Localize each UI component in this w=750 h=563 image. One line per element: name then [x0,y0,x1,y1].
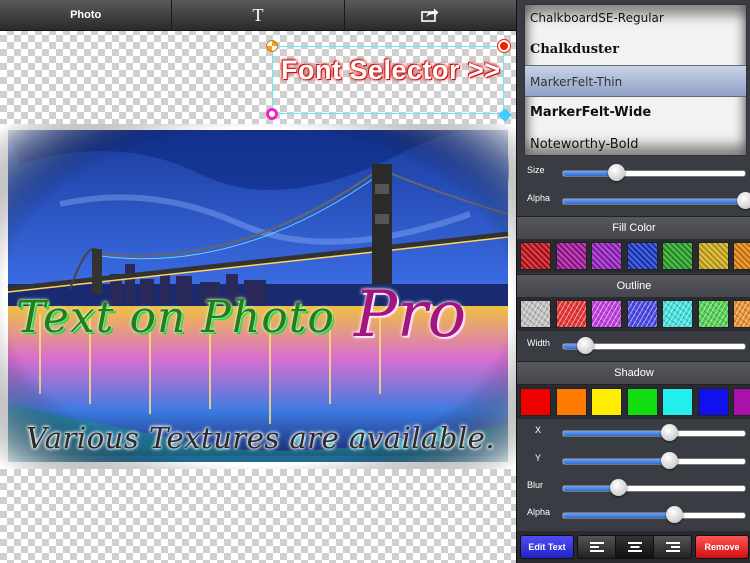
blur-row: Blur [517,474,750,500]
size-slider[interactable] [562,164,746,181]
color-swatch[interactable] [520,242,551,270]
width-label: Width [527,338,551,348]
fill-color-swatches [517,239,750,273]
color-swatch[interactable] [626,242,658,270]
color-swatch[interactable] [697,388,729,416]
color-swatch[interactable] [733,388,750,416]
delete-handle-icon[interactable] [498,40,510,52]
shadow-alpha-row: Alpha [517,501,750,527]
editor-canvas[interactable]: Photo T Font Selector >> Text on Photo P… [0,0,516,563]
size-row: Size [517,159,750,185]
color-swatch[interactable] [733,300,750,328]
top-toolbar: Photo T [0,0,516,31]
color-swatch[interactable] [591,242,622,270]
shadow-header: Shadow [517,361,750,385]
photo-text-caption[interactable]: Various Textures are available. [26,421,495,455]
color-swatch[interactable] [520,300,551,328]
color-swatch[interactable] [626,300,658,328]
color-swatch[interactable] [697,242,729,270]
remove-button[interactable]: Remove [695,535,749,559]
font-option[interactable]: MarkerFelt-Wide [525,97,746,129]
alpha-slider[interactable] [562,192,750,209]
color-swatch[interactable] [555,388,587,416]
color-swatch[interactable] [697,300,729,328]
align-left-button[interactable] [578,536,616,558]
edit-text-button[interactable]: Edit Text [520,535,574,559]
color-swatch[interactable] [555,300,587,328]
resize-handle-icon[interactable] [497,107,513,123]
rotate-handle-icon[interactable] [266,40,278,52]
alignment-control [577,535,692,559]
font-option-selected[interactable]: MarkerFelt-Thin [525,65,746,97]
y-row: Y [517,447,750,473]
color-swatch[interactable] [662,300,693,328]
outline-header: Outline [517,274,750,298]
shadow-color-swatches [517,385,750,419]
photo: Text on Photo Pro Various Textures are a… [0,124,516,469]
color-swatch[interactable] [662,242,693,270]
share-button[interactable] [345,0,516,30]
alpha-label: Alpha [527,193,551,203]
color-swatch[interactable] [662,388,693,416]
photo-text-primary[interactable]: Text on Photo [16,292,335,343]
align-right-button[interactable] [654,536,691,558]
x-label: X [535,425,542,435]
photo-button[interactable]: Photo [0,0,173,30]
color-swatch[interactable] [626,388,658,416]
font-option[interactable]: ChalkboardSE-Regular [525,5,746,34]
shadow-blur-slider[interactable] [562,479,746,496]
align-center-icon [627,542,642,552]
alpha-row: Alpha [517,187,750,213]
align-center-button[interactable] [616,536,654,558]
font-option[interactable]: Noteworthy-Bold [525,129,746,155]
font-option[interactable]: Chalkduster [525,34,746,66]
color-swatch[interactable] [520,388,551,416]
size-label: Size [527,165,545,175]
photo-text-pro[interactable]: Pro [354,278,466,352]
share-icon [421,8,439,22]
color-swatch[interactable] [591,388,622,416]
outline-color-swatches [517,297,750,331]
color-swatch[interactable] [733,242,750,270]
shadow-alpha-slider[interactable] [562,506,746,523]
align-right-icon [665,542,680,552]
selected-text[interactable]: Font Selector >> [281,55,501,86]
color-swatch[interactable] [591,300,622,328]
shadow-x-slider[interactable] [562,424,746,441]
color-swatch[interactable] [555,242,587,270]
bottom-bar: Edit Text Remove [517,531,750,563]
x-row: X [517,419,750,445]
font-picker[interactable]: ChalkboardSE-Regular Chalkduster MarkerF… [524,4,747,156]
y-label: Y [535,453,542,463]
flip-handle-icon[interactable] [266,108,278,120]
shadow-y-slider[interactable] [562,452,746,469]
selected-text-box[interactable]: Font Selector >> [266,40,513,123]
settings-panel: ChalkboardSE-Regular Chalkduster MarkerF… [516,0,750,563]
width-row: Width [517,332,750,358]
shadow-alpha-label: Alpha [527,507,551,517]
width-slider[interactable] [562,337,746,354]
align-left-icon [589,542,604,552]
fill-color-header: Fill Color [517,216,750,240]
add-text-button[interactable]: T [172,0,345,30]
blur-label: Blur [527,480,544,490]
